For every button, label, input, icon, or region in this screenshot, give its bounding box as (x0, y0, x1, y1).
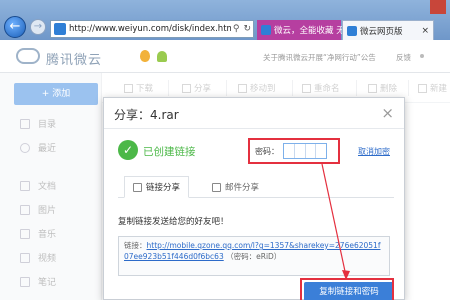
app-header: 腾讯微云 关于腾讯微云开展“净网行动”公告 反馈 (0, 40, 450, 73)
password-highlight-box: 密码： (248, 138, 340, 164)
close-icon[interactable]: × (421, 26, 429, 36)
back-button[interactable]: ← (4, 16, 26, 38)
browser-toolbar: ← → http://www.weiyun.com/disk/index.htm… (0, 0, 450, 40)
browser-tab[interactable]: 微云，全能收藏 无... (257, 20, 353, 40)
dialog-divider (104, 128, 404, 129)
tab-label: 微云，全能收藏 无... (274, 26, 353, 36)
site-favicon-icon (54, 23, 66, 35)
link-prefix: 链接： (124, 241, 147, 250)
password-cell (316, 144, 326, 158)
site-favicon-icon (261, 25, 271, 35)
browser-tab-active[interactable]: 微云网页版 × (342, 20, 434, 40)
feedback-link[interactable]: 反馈 (396, 52, 411, 63)
notice-link[interactable]: 关于腾讯微云开展“净网行动”公告 (263, 52, 376, 63)
app-logo: 腾讯微云 (46, 53, 103, 68)
search-icon[interactable]: ⚲ (233, 24, 240, 34)
menu-dot-icon[interactable] (420, 54, 424, 58)
mail-icon (212, 182, 221, 192)
tab-label: 微云网页版 (360, 26, 403, 37)
copy-button-highlight-box (300, 278, 394, 300)
forward-button[interactable]: → (30, 19, 46, 35)
password-label: 密码： (255, 146, 279, 156)
cloud-logo-icon (16, 48, 40, 64)
password-cell (295, 144, 306, 158)
apple-icon[interactable] (140, 50, 150, 62)
link-created-status: 已创建链接 (143, 146, 196, 158)
link-icon (133, 182, 142, 192)
tab-label: 邮件分享 (225, 183, 260, 193)
password-cell (306, 144, 317, 158)
check-circle-icon: ✓ (118, 140, 138, 160)
share-tabs: 链接分享 邮件分享 (118, 176, 394, 198)
share-link-box[interactable]: 链接：http://mobile.qzone.qq.com/l?g=1357&s… (118, 236, 390, 276)
dialog-title: 分享：4.rar (114, 108, 179, 122)
link-password-note: （密码：eRiD） (226, 252, 282, 261)
address-bar[interactable]: http://www.weiyun.com/disk/index.html? ⚲… (50, 20, 254, 38)
arrow-left-icon: ← (9, 19, 21, 34)
android-icon[interactable] (157, 51, 167, 62)
arrow-right-icon: → (33, 21, 43, 32)
share-dialog: 分享：4.rar × ✓ 已创建链接 密码： 取消加密 链接分享 邮件分享 复制… (103, 97, 405, 300)
url-text: http://www.weiyun.com/disk/index.html? (69, 24, 231, 34)
tab-email-share[interactable]: 邮件分享 (204, 176, 267, 198)
refresh-icon[interactable]: ↻ (243, 24, 251, 34)
password-input[interactable] (283, 143, 327, 159)
window-close-button[interactable] (430, 0, 446, 14)
tab-link-share[interactable]: 链接分享 (124, 176, 190, 198)
cancel-encrypt-link[interactable]: 取消加密 (358, 146, 390, 157)
site-favicon-icon (347, 25, 357, 36)
copy-hint: 复制链接发送给您的好友吧！ (118, 217, 229, 227)
password-cell (284, 144, 295, 158)
tab-label: 链接分享 (146, 183, 181, 193)
close-icon[interactable]: × (381, 104, 394, 122)
